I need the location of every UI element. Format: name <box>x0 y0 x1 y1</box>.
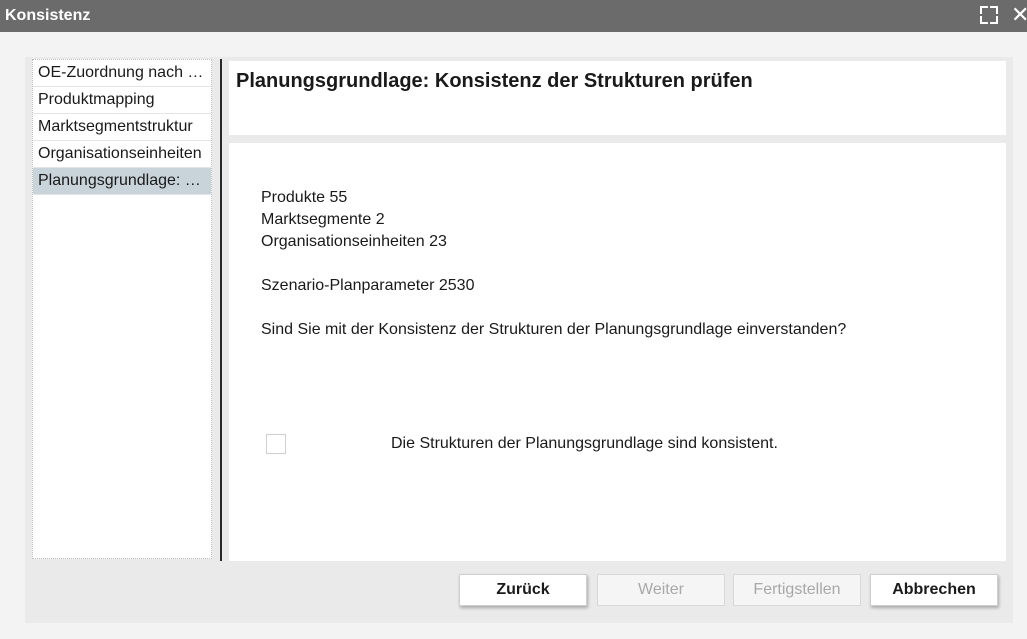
cancel-button[interactable]: Abbrechen <box>870 574 998 606</box>
close-icon[interactable]: ✕ <box>1011 2 1027 28</box>
panel-splitter[interactable] <box>220 59 222 561</box>
step-item-planungsgrundlage[interactable]: Planungsgrundlage: Konsistenz <box>33 168 211 195</box>
step-content: Produkte 55 Marktsegmente 2 Organisation… <box>229 143 1006 561</box>
step-title: Planungsgrundlage: Konsistenz der Strukt… <box>236 70 753 92</box>
back-button[interactable]: Zurück <box>459 574 587 606</box>
consistency-checkbox[interactable] <box>266 434 286 454</box>
count-planparameter: Szenario-Planparameter 2530 <box>261 277 475 294</box>
step-item-marktsegmentstruktur[interactable]: Marktsegmentstruktur <box>33 114 211 141</box>
wizard-step-list: OE-Zuordnung nach Produkt Produktmapping… <box>32 59 212 559</box>
step-item-produktmapping[interactable]: Produktmapping <box>33 87 211 114</box>
window-titlebar: Konsistenz ✕ <box>0 0 1027 32</box>
consistency-checkbox-label[interactable]: Die Strukturen der Planungsgrundlage sin… <box>391 435 778 453</box>
step-header: Planungsgrundlage: Konsistenz der Strukt… <box>229 61 1006 135</box>
count-marktsegmente: Marktsegmente 2 <box>261 211 385 228</box>
step-item-organisationseinheiten[interactable]: Organisationseinheiten <box>33 141 211 168</box>
next-button[interactable]: Weiter <box>597 574 725 606</box>
confirmation-question: Sind Sie mit der Konsistenz der Struktur… <box>261 321 847 338</box>
window-title: Konsistenz <box>5 7 91 24</box>
maximize-icon[interactable] <box>980 6 998 24</box>
count-produkte: Produkte 55 <box>261 189 348 206</box>
step-item-oe-zuordnung[interactable]: OE-Zuordnung nach Produkt <box>33 60 211 87</box>
finish-button[interactable]: Fertigstellen <box>733 574 861 606</box>
count-organisationseinheiten: Organisationseinheiten 23 <box>261 233 447 250</box>
